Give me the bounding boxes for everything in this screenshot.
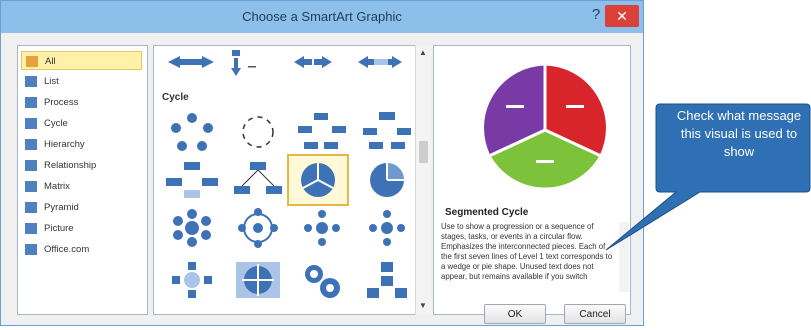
- callout-bubble: [605, 103, 811, 251]
- callout-text: Check what message this visual is used t…: [676, 108, 802, 159]
